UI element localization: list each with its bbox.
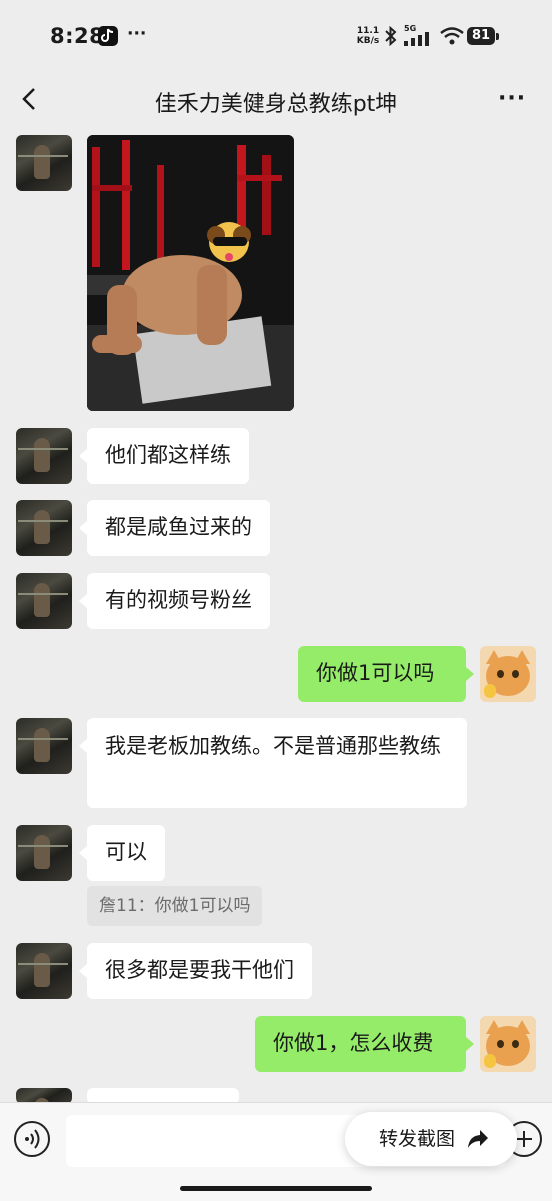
coach-avatar[interactable]: [16, 428, 72, 484]
bubble-tail: [79, 964, 87, 978]
gym-photo: [87, 135, 294, 411]
net-speed: 11.1 KB/s: [354, 26, 382, 46]
status-bar: 8:28 ··· 11.1 KB/s 5G 81: [0, 0, 552, 72]
voice-icon[interactable]: [14, 1121, 50, 1157]
cat-paw: [484, 684, 496, 698]
coach-avatar[interactable]: [16, 943, 72, 999]
chat-header: 佳禾力美健身总教练pt坤 ···: [0, 72, 552, 128]
coach-avatar[interactable]: [16, 718, 72, 774]
coach-avatar[interactable]: [16, 500, 72, 556]
forward-screenshot-label: 转发截图: [379, 1128, 456, 1150]
signal-icon: [404, 32, 429, 46]
home-indicator: [180, 1186, 372, 1191]
my-avatar[interactable]: [480, 1016, 536, 1072]
coach-avatar[interactable]: [16, 135, 72, 191]
message-bubble-sent[interactable]: 你做1可以吗: [298, 646, 466, 702]
message-bubble-received[interactable]: 有的视频号粉丝: [87, 573, 270, 629]
bubble-tail: [79, 594, 87, 608]
chat-title: 佳禾力美健身总教练pt坤: [154, 92, 398, 117]
message-bubble-received[interactable]: 我是老板加教练。不是普通那些教练: [87, 718, 467, 808]
battery-level: 81: [467, 27, 495, 45]
cat-paw: [484, 1054, 496, 1068]
bubble-tail: [466, 667, 474, 681]
message-bubble-received[interactable]: 都是咸鱼过来的: [87, 500, 270, 556]
coach-avatar[interactable]: [16, 573, 72, 629]
my-avatar[interactable]: [480, 646, 536, 702]
more-icon[interactable]: ···: [498, 86, 526, 111]
share-arrow-icon: [468, 1130, 488, 1148]
battery-nub: [496, 33, 499, 40]
voice-waves: [25, 1129, 40, 1149]
forward-screenshot-button[interactable]: 转发截图: [345, 1112, 517, 1166]
message-bubble-received[interactable]: 他们都这样练: [87, 428, 249, 484]
bubble-tail: [79, 739, 87, 753]
quoted-message[interactable]: 詹11：你做1可以吗: [87, 886, 263, 926]
notification-more-icon: ···: [127, 24, 147, 44]
message-bubble-sent[interactable]: 你做1，怎么收费: [255, 1016, 466, 1072]
bubble-tail: [79, 449, 87, 463]
coach-avatar[interactable]: [16, 825, 72, 881]
bluetooth-icon: [385, 26, 397, 46]
image-message[interactable]: [87, 135, 294, 411]
net-speed-value: 11.1: [356, 26, 380, 36]
status-time: 8:28: [50, 24, 105, 48]
cat-eye: [497, 670, 504, 678]
message-bubble-received[interactable]: 可以: [87, 825, 165, 881]
cat-eye: [497, 1040, 504, 1048]
message-bubble-received[interactable]: 很多都是要我干他们: [87, 943, 312, 999]
cat-eye: [512, 1040, 519, 1048]
tiktok-icon: [98, 26, 118, 46]
bubble-tail: [466, 1037, 474, 1051]
wifi-icon: [440, 27, 464, 45]
cat-eye: [512, 670, 519, 678]
bubble-tail: [79, 846, 87, 860]
net-speed-unit: KB/s: [356, 36, 380, 46]
bubble-tail: [79, 521, 87, 535]
